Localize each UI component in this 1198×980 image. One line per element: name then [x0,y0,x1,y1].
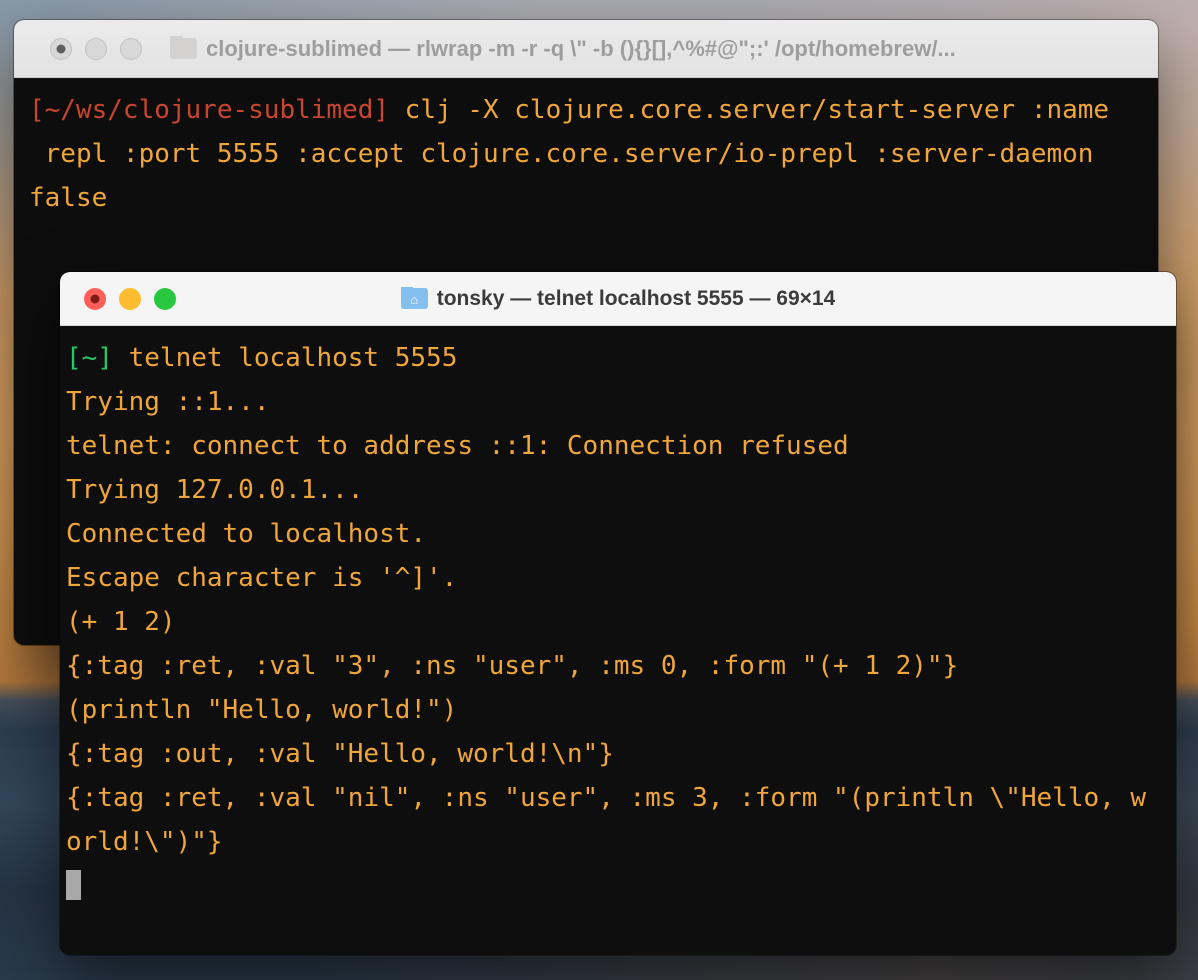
terminal-line: Escape character is '^]'. [66,556,1170,600]
back-terminal-content[interactable]: [~/ws/clojure-sublimed] clj -X clojure.c… [14,78,1158,230]
running-process-dot [91,294,100,303]
terminal-cursor [66,870,81,900]
terminal-line: [~] telnet localhost 5555 [66,336,1170,380]
terminal-text-segment: telnet: connect to address ::1: Connecti… [66,431,849,461]
front-window-traffic-lights [84,272,176,325]
terminal-line [66,864,1170,908]
terminal-text-segment: [~/ws/clojure-sublimed] [29,95,389,125]
terminal-text-segment: Connected to localhost. [66,519,426,549]
terminal-line: {:tag :out, :val "Hello, world!\n"} [66,732,1170,776]
close-button[interactable] [84,288,106,310]
terminal-window-telnet[interactable]: ⌂ tonsky — telnet localhost 5555 — 69×14… [60,272,1176,955]
back-window-titlebar[interactable]: clojure-sublimed — rlwrap -m -r -q \" -b… [14,20,1158,78]
terminal-text-segment: {:tag :ret, :val "nil", :ns "user", :ms … [66,783,1146,813]
desktop: { "colors": { "orange": "#efa63a", "red"… [0,0,1198,980]
terminal-line: {:tag :ret, :val "nil", :ns "user", :ms … [66,776,1170,820]
terminal-line: repl :port 5555 :accept clojure.core.ser… [29,132,1143,176]
terminal-text-segment: Trying ::1... [66,387,270,417]
back-window-traffic-lights [50,20,142,77]
terminal-line: false [29,176,1143,220]
terminal-text-segment: (+ 1 2) [66,607,176,637]
terminal-text-segment: [~] [66,343,113,373]
terminal-line: (println "Hello, world!") [66,688,1170,732]
terminal-line: {:tag :ret, :val "3", :ns "user", :ms 0,… [66,644,1170,688]
terminal-line: Connected to localhost. [66,512,1170,556]
terminal-line: Trying ::1... [66,380,1170,424]
front-terminal-content[interactable]: [~] telnet localhost 5555Trying ::1...te… [60,326,1176,918]
terminal-line: [~/ws/clojure-sublimed] clj -X clojure.c… [29,88,1143,132]
terminal-text-segment: clj -X clojure.core.server/start-server … [389,95,1109,125]
zoom-button[interactable] [120,38,142,60]
folder-icon [170,38,197,59]
terminal-line: telnet: connect to address ::1: Connecti… [66,424,1170,468]
terminal-text-segment: (println "Hello, world!") [66,695,457,725]
running-process-dot [57,44,66,53]
terminal-line: orld!\")"} [66,820,1170,864]
terminal-text-segment: repl :port 5555 :accept clojure.core.ser… [29,139,1093,169]
front-window-titlebar[interactable]: ⌂ tonsky — telnet localhost 5555 — 69×14 [60,272,1176,326]
front-window-title: tonsky — telnet localhost 5555 — 69×14 [437,287,836,311]
back-window-title: clojure-sublimed — rlwrap -m -r -q \" -b… [206,36,956,62]
minimize-button[interactable] [119,288,141,310]
terminal-text-segment: orld!\")"} [66,827,223,857]
terminal-text-segment: false [29,183,107,213]
terminal-text-segment: Escape character is '^]'. [66,563,457,593]
terminal-line: Trying 127.0.0.1... [66,468,1170,512]
terminal-text-segment: Trying 127.0.0.1... [66,475,363,505]
zoom-button[interactable] [154,288,176,310]
terminal-text-segment: telnet localhost 5555 [113,343,457,373]
terminal-text-segment: {:tag :out, :val "Hello, world!\n"} [66,739,614,769]
terminal-text-segment: {:tag :ret, :val "3", :ns "user", :ms 0,… [66,651,958,681]
home-folder-icon: ⌂ [401,288,428,309]
home-icon: ⌂ [401,289,428,310]
close-button[interactable] [50,38,72,60]
minimize-button[interactable] [85,38,107,60]
terminal-line: (+ 1 2) [66,600,1170,644]
